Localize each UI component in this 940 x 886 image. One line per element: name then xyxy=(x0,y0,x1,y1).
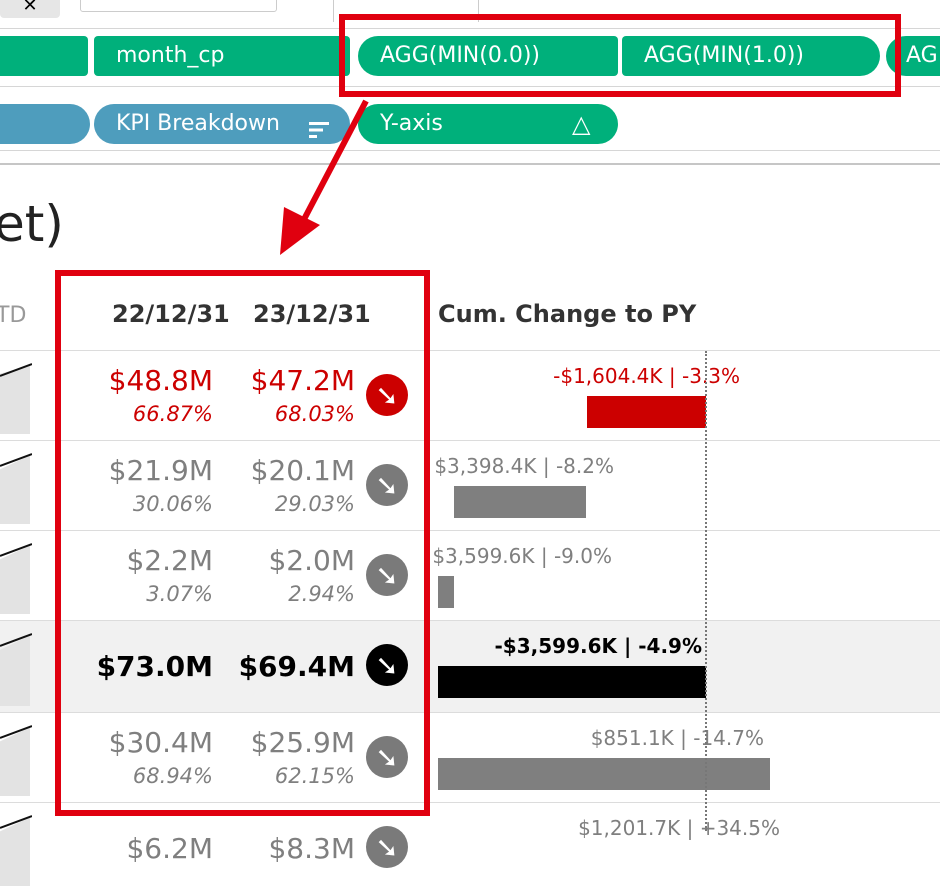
change-bar xyxy=(454,486,586,518)
change-label: $3,599.6K | -9.0% xyxy=(432,544,612,568)
value-2023: $8.3M xyxy=(268,832,355,865)
sparkline-line xyxy=(0,725,32,739)
toolbar-dropdown[interactable] xyxy=(80,0,277,12)
view-divider xyxy=(0,163,940,165)
marks-pill-label: KPI Breakdown xyxy=(116,111,280,136)
view-title: et) xyxy=(0,195,64,253)
zero-reference-line xyxy=(705,351,707,831)
columns-pill-left[interactable] xyxy=(0,36,88,76)
marks-pill-label: Y-axis xyxy=(380,111,443,136)
change-bar xyxy=(586,396,706,428)
columns-pill-month-cp[interactable]: month_cp xyxy=(94,36,350,76)
change-label: $851.1K | -14.7% xyxy=(590,726,764,750)
change-bar xyxy=(438,758,770,790)
shelf-divider xyxy=(0,150,940,151)
sparkline-line xyxy=(0,633,32,647)
change-label: $3,398.4K | -8.2% xyxy=(434,454,614,478)
highlight-box-values xyxy=(55,270,430,816)
column-header-ytd: TD xyxy=(0,303,27,328)
column-header-change: Cum. Change to PY xyxy=(438,300,697,328)
change-bar xyxy=(438,576,454,608)
sparkline-line xyxy=(0,815,32,829)
change-label: -$1,604.4K | -3.3% xyxy=(553,364,740,388)
annotation-arrow xyxy=(280,99,369,255)
marks-pill-left[interactable] xyxy=(0,104,90,144)
arrow-down-right-icon: ➘ xyxy=(366,826,408,868)
clear-sheet-icon[interactable]: ✕ xyxy=(0,0,60,18)
sparkline-line xyxy=(0,453,32,467)
highlight-box-pills xyxy=(339,14,901,97)
change-bar xyxy=(438,666,706,698)
change-label: -$3,599.6K | -4.9% xyxy=(494,634,703,658)
marks-pill-y-axis[interactable]: Y-axis △ xyxy=(358,104,618,144)
sparkline-line xyxy=(0,543,32,557)
value-2022: $6.2M xyxy=(126,832,213,865)
toolbar-divider xyxy=(333,0,334,22)
change-label: $1,201.7K | +34.5% xyxy=(578,816,780,840)
sparkline-line xyxy=(0,363,32,377)
delta-icon[interactable]: △ xyxy=(572,104,590,144)
